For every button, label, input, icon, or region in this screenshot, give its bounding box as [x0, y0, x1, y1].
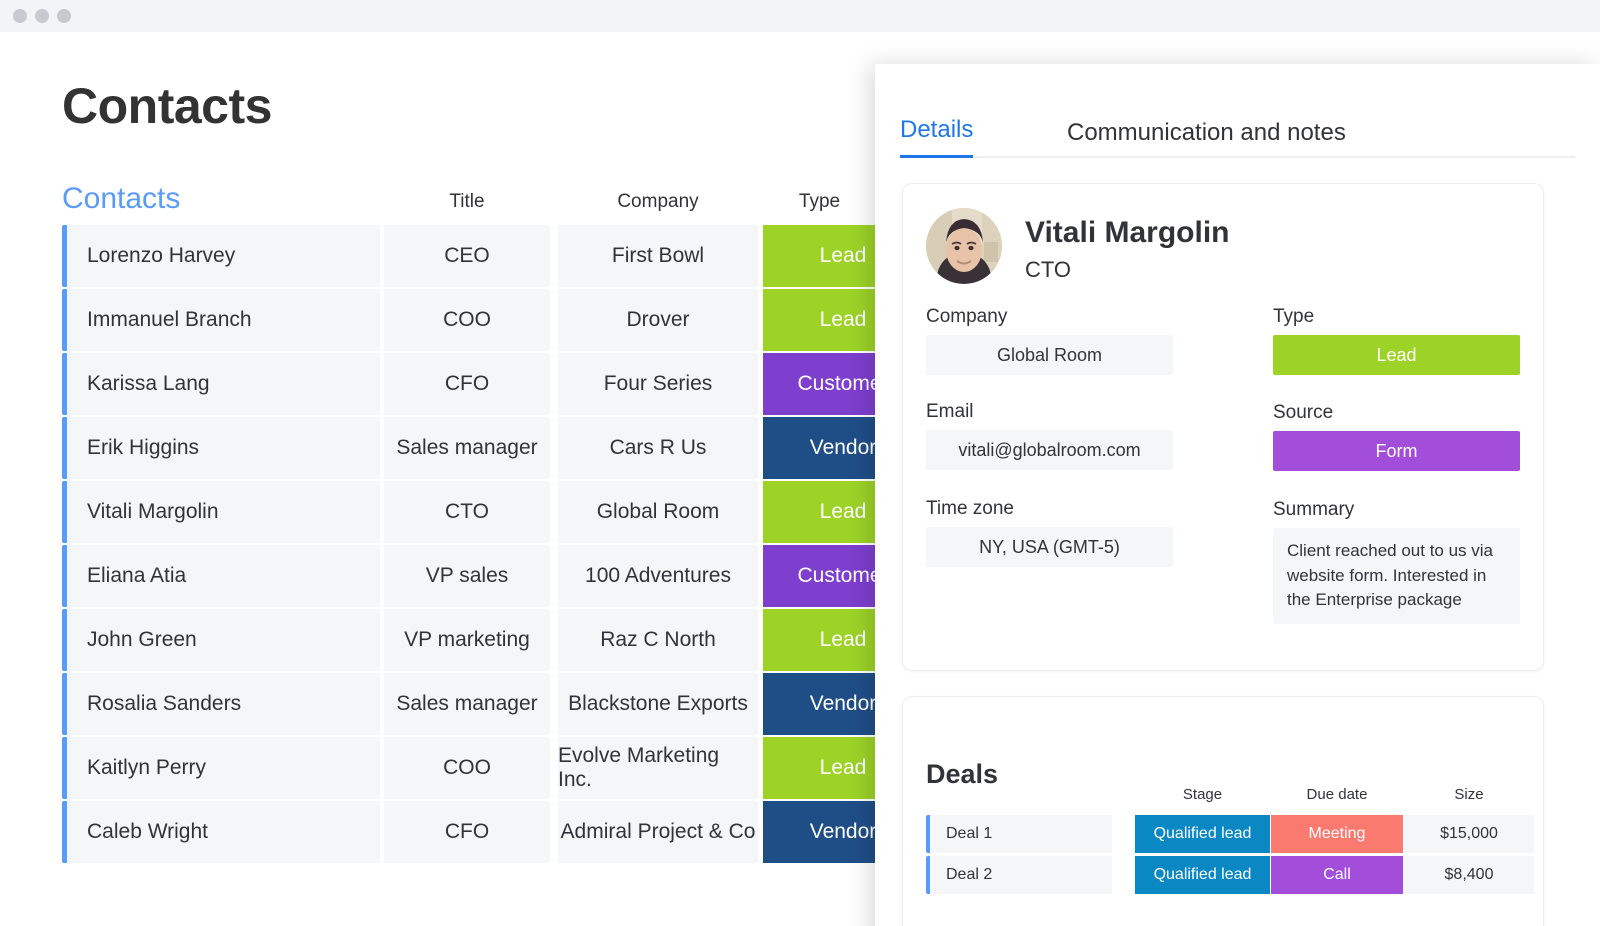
table-row[interactable]: Erik Higgins Sales manager Cars R Us Vendor	[62, 417, 962, 479]
deals-header-due-date[interactable]: Due date	[1271, 786, 1403, 803]
deal-name[interactable]: Deal 2	[930, 856, 1112, 894]
avatar-photo-icon	[926, 208, 1002, 284]
close-dot-icon[interactable]	[13, 9, 27, 23]
cell-title[interactable]: Sales manager	[384, 417, 550, 479]
field-email-label: Email	[926, 401, 974, 422]
details-card: Vitali Margolin CTO Company Global Room …	[902, 183, 1544, 671]
cell-company[interactable]: Admiral Project & Co	[558, 801, 758, 863]
avatar	[926, 208, 1002, 284]
field-timezone-label: Time zone	[926, 498, 1014, 519]
table-row[interactable]: Immanuel Branch COO Drover Lead	[62, 289, 962, 351]
deal-name[interactable]: Deal 1	[930, 815, 1112, 853]
field-summary-label: Summary	[1273, 499, 1355, 520]
minimize-dot-icon[interactable]	[35, 9, 49, 23]
field-source-label: Source	[1273, 402, 1334, 423]
table-row[interactable]: Karissa Lang CFO Four Series Customer	[62, 353, 962, 415]
field-company: Company Global Room	[926, 306, 1173, 375]
field-type: Type Lead	[1273, 306, 1520, 375]
column-header-title[interactable]: Title	[384, 191, 550, 213]
cell-title[interactable]: CTO	[384, 481, 550, 543]
cell-title[interactable]: VP marketing	[384, 609, 550, 671]
deal-stage-badge[interactable]: Qualified lead	[1135, 815, 1270, 853]
cell-name[interactable]: Caleb Wright	[67, 801, 380, 863]
deals-card: Deals Stage Due date Size Deal 1 Qualifie…	[902, 696, 1544, 926]
board-name[interactable]: Contacts	[62, 182, 180, 216]
column-header-company[interactable]: Company	[558, 191, 758, 213]
cell-name[interactable]: Vitali Margolin	[67, 481, 380, 543]
cell-title[interactable]: CFO	[384, 801, 550, 863]
window-titlebar	[0, 0, 1600, 32]
cell-title[interactable]: Sales manager	[384, 673, 550, 735]
table-row[interactable]: Eliana Atia VP sales 100 Adventures Custome…	[62, 545, 962, 607]
cell-company[interactable]: 100 Adventures	[558, 545, 758, 607]
cell-name[interactable]: Kaitlyn Perry	[67, 737, 380, 799]
table-row[interactable]: Kaitlyn Perry COO Evolve Marketing Inc. Lea…	[62, 737, 962, 799]
cell-company[interactable]: Drover	[558, 289, 758, 351]
table-row[interactable]: Vitali Margolin CTO Global Room Lead	[62, 481, 962, 543]
table-row[interactable]: Caleb Wright CFO Admiral Project & Co Vendo…	[62, 801, 962, 863]
field-email: Email vitali@globalroom.com	[926, 401, 1173, 470]
table-header-row: Contacts Title Company Type	[62, 182, 962, 225]
field-company-label: Company	[926, 306, 1008, 327]
cell-company[interactable]: Raz C North	[558, 609, 758, 671]
cell-title[interactable]: CEO	[384, 225, 550, 287]
page-body: Contacts Contacts Title Company Type Lor…	[0, 32, 1600, 926]
cell-company[interactable]: Cars R Us	[558, 417, 758, 479]
app-root: Contacts Contacts Title Company Type Lor…	[0, 0, 1600, 926]
field-timezone: Time zone NY, USA (GMT-5)	[926, 498, 1173, 567]
cell-name[interactable]: Karissa Lang	[67, 353, 380, 415]
tab-details[interactable]: Details	[900, 116, 974, 158]
deals-header-stage[interactable]: Stage	[1135, 786, 1270, 803]
field-type-badge[interactable]: Lead	[1273, 335, 1520, 375]
cell-name[interactable]: Rosalia Sanders	[67, 673, 380, 735]
table-row[interactable]: John Green VP marketing Raz C North Lead	[62, 609, 962, 671]
cell-name[interactable]: John Green	[67, 609, 380, 671]
table-row[interactable]: Rosalia Sanders Sales manager Blackstone E…	[62, 673, 962, 735]
field-summary-value[interactable]: Client reached out to us via website for…	[1273, 528, 1520, 624]
table-row[interactable]: Lorenzo Harvey CEO First Bowl Lead	[62, 225, 962, 287]
deal-size[interactable]: $15,000	[1404, 815, 1534, 853]
deals-header-size[interactable]: Size	[1404, 786, 1534, 803]
cell-name[interactable]: Eliana Atia	[67, 545, 380, 607]
contacts-table: Contacts Title Company Type Lorenzo Harv…	[62, 182, 962, 865]
deal-row[interactable]: Deal 1 Qualified lead Meeting $15,000	[926, 815, 1534, 853]
deal-row[interactable]: Deal 2 Qualified lead Call $8,400	[926, 856, 1534, 894]
contacts-rows: Lorenzo Harvey CEO First Bowl Lead Immanuel …	[62, 225, 962, 863]
cell-name[interactable]: Lorenzo Harvey	[67, 225, 380, 287]
cell-title[interactable]: CFO	[384, 353, 550, 415]
cell-title[interactable]: COO	[384, 289, 550, 351]
maximize-dot-icon[interactable]	[57, 9, 71, 23]
page-title: Contacts	[62, 78, 272, 134]
contact-name: Vitali Margolin	[1025, 216, 1230, 249]
cell-company[interactable]: Blackstone Exports	[558, 673, 758, 735]
field-source: Source Form	[1273, 402, 1520, 471]
cell-company[interactable]: Evolve Marketing Inc.	[558, 737, 758, 799]
cell-company[interactable]: Four Series	[558, 353, 758, 415]
contact-role: CTO	[1025, 257, 1072, 282]
cell-name[interactable]: Erik Higgins	[67, 417, 380, 479]
cell-company[interactable]: First Bowl	[558, 225, 758, 287]
field-email-value[interactable]: vitali@globalroom.com	[926, 430, 1173, 470]
field-company-value[interactable]: Global Room	[926, 335, 1173, 375]
cell-company[interactable]: Global Room	[558, 481, 758, 543]
contact-detail-panel: Details Communication and notes Vitali M…	[875, 64, 1600, 926]
tab-communication-and-notes[interactable]: Communication and notes	[1067, 119, 1346, 158]
field-timezone-value[interactable]: NY, USA (GMT-5)	[926, 527, 1173, 567]
panel-tabs: Details Communication and notes	[900, 109, 1575, 158]
column-header-type[interactable]: Type	[763, 191, 876, 213]
deal-due-date-badge[interactable]: Meeting	[1271, 815, 1403, 853]
cell-title[interactable]: VP sales	[384, 545, 550, 607]
deal-stage-badge[interactable]: Qualified lead	[1135, 856, 1270, 894]
cell-name[interactable]: Immanuel Branch	[67, 289, 380, 351]
cell-title[interactable]: COO	[384, 737, 550, 799]
window-controls	[13, 9, 71, 23]
deal-size[interactable]: $8,400	[1404, 856, 1534, 894]
field-source-badge[interactable]: Form	[1273, 431, 1520, 471]
field-summary: Summary Client reached out to us via web…	[1273, 499, 1520, 624]
deals-header-row: Stage Due date Size	[926, 786, 1511, 808]
deal-due-date-badge[interactable]: Call	[1271, 856, 1403, 894]
field-type-label: Type	[1273, 306, 1315, 327]
